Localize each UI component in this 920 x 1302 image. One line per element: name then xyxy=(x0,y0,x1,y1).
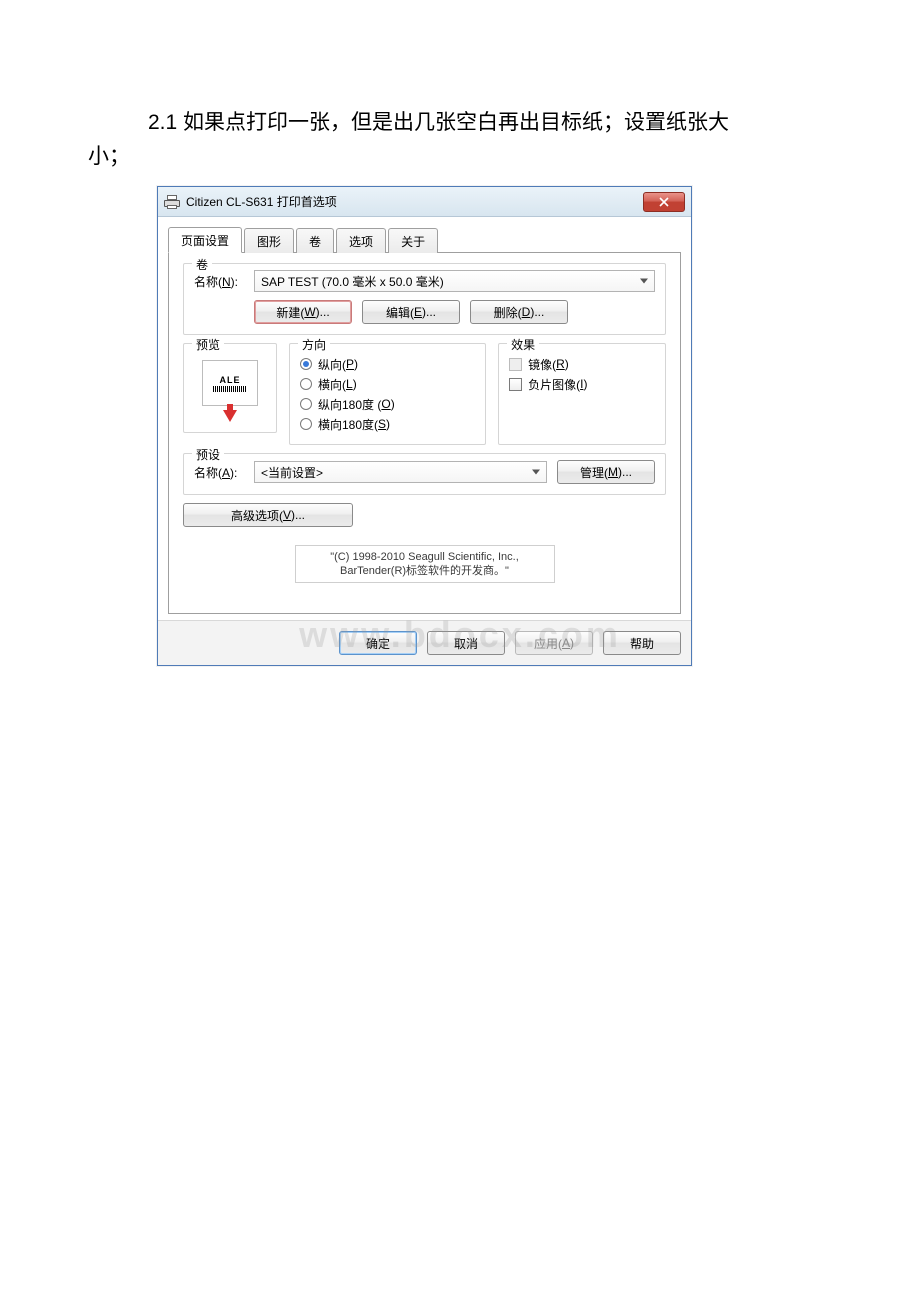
close-icon xyxy=(659,197,669,207)
print-preferences-dialog: Citizen CL-S631 打印首选项 页面设置 图形 卷 选项 关于 卷 … xyxy=(157,186,692,666)
checkbox-negative[interactable]: 负片图像(I) xyxy=(509,374,655,394)
radio-landscape-180[interactable]: 横向180度(S) xyxy=(300,414,475,434)
manage-button[interactable]: 管理(M)... xyxy=(557,460,655,484)
radio-portrait-180[interactable]: 纵向180度 (O) xyxy=(300,394,475,414)
roll-group: 卷 名称(N): SAP TEST (70.0 毫米 x 50.0 毫米) 新建… xyxy=(183,263,666,335)
radio-icon xyxy=(300,398,312,410)
titlebar: Citizen CL-S631 打印首选项 xyxy=(158,187,691,217)
page-setup-panel: 卷 名称(N): SAP TEST (70.0 毫米 x 50.0 毫米) 新建… xyxy=(168,253,681,614)
roll-name-label: 名称(N): xyxy=(194,273,254,290)
tab-roll[interactable]: 卷 xyxy=(296,228,334,253)
tab-graphics[interactable]: 图形 xyxy=(244,228,294,253)
checkbox-mirror[interactable]: 镜像(R) xyxy=(509,354,655,374)
down-arrow-icon xyxy=(223,410,237,422)
cancel-button[interactable]: 取消 xyxy=(427,631,505,655)
radio-landscape[interactable]: 横向(L) xyxy=(300,374,475,394)
preview-sample-text: ALE xyxy=(220,375,241,385)
tab-label: 选项 xyxy=(349,235,373,249)
tab-about[interactable]: 关于 xyxy=(388,228,438,253)
chevron-down-icon xyxy=(640,279,648,284)
instruction-text: 2.1 如果点打印一张，但是出几张空白再出目标纸；设置纸张大 小； xyxy=(88,106,848,174)
tab-strip: 页面设置 图形 卷 选项 关于 xyxy=(168,227,681,253)
direction-group: 方向 纵向(P) 横向(L) 纵向180度 (O) 横向180度(S) xyxy=(289,343,486,445)
ok-label: 确定 xyxy=(366,635,390,652)
new-button[interactable]: 新建(W)... xyxy=(254,300,352,324)
help-label: 帮助 xyxy=(630,635,654,652)
tab-page-setup[interactable]: 页面设置 xyxy=(168,227,242,253)
close-button[interactable] xyxy=(643,192,685,212)
radio-icon xyxy=(300,358,312,370)
instruction-line1: 2.1 如果点打印一张，但是出几张空白再出目标纸；设置纸张大 xyxy=(148,111,729,134)
advanced-options-button[interactable]: 高级选项(V)... xyxy=(183,503,353,527)
preview-group: 预览 ALE xyxy=(183,343,277,433)
apply-button[interactable]: 应用(A) xyxy=(515,631,593,655)
direction-legend: 方向 xyxy=(298,336,330,353)
radio-icon xyxy=(300,378,312,390)
dialog-title: Citizen CL-S631 打印首选项 xyxy=(186,193,643,210)
tab-label: 图形 xyxy=(257,235,281,249)
effects-group: 效果 镜像(R) 负片图像(I) xyxy=(498,343,666,445)
cancel-label: 取消 xyxy=(454,635,478,652)
radio-icon xyxy=(300,418,312,430)
checkbox-icon xyxy=(509,378,522,391)
preset-select[interactable]: <当前设置> xyxy=(254,461,547,483)
roll-name-select[interactable]: SAP TEST (70.0 毫米 x 50.0 毫米) xyxy=(254,270,655,292)
edit-button[interactable]: 编辑(E)... xyxy=(362,300,460,324)
copyright-line2: BarTender(R)标签软件的开发商。" xyxy=(302,564,548,578)
copyright-box: "(C) 1998-2010 Seagull Scientific, Inc.,… xyxy=(295,545,555,583)
tab-options[interactable]: 选项 xyxy=(336,228,386,253)
checkbox-icon xyxy=(509,358,522,371)
preset-group: 预设 名称(A): <当前设置> 管理(M)... xyxy=(183,453,666,495)
tab-label: 关于 xyxy=(401,235,425,249)
radio-portrait[interactable]: 纵向(P) xyxy=(300,354,475,374)
roll-legend: 卷 xyxy=(192,256,212,273)
preset-legend: 预设 xyxy=(192,446,224,463)
printer-icon xyxy=(164,195,180,209)
preset-name-label: 名称(A): xyxy=(194,464,254,481)
dialog-footer: 确定 取消 应用(A) 帮助 xyxy=(158,620,691,665)
preview-legend: 预览 xyxy=(192,336,224,353)
copyright-line1: "(C) 1998-2010 Seagull Scientific, Inc., xyxy=(302,550,548,564)
tab-label: 卷 xyxy=(309,235,321,249)
delete-button[interactable]: 删除(D)... xyxy=(470,300,568,324)
barcode-icon xyxy=(213,386,247,392)
preset-value: <当前设置> xyxy=(261,464,323,481)
roll-name-value: SAP TEST (70.0 毫米 x 50.0 毫米) xyxy=(261,273,444,290)
preview-thumbnail: ALE xyxy=(202,360,258,406)
ok-button[interactable]: 确定 xyxy=(339,631,417,655)
chevron-down-icon xyxy=(532,470,540,475)
tab-label: 页面设置 xyxy=(181,234,229,248)
effects-legend: 效果 xyxy=(507,336,539,353)
help-button[interactable]: 帮助 xyxy=(603,631,681,655)
instruction-line2: 小； xyxy=(88,145,130,168)
tab-area: 页面设置 图形 卷 选项 关于 卷 名称(N): SAP TEST (70.0 … xyxy=(158,217,691,620)
